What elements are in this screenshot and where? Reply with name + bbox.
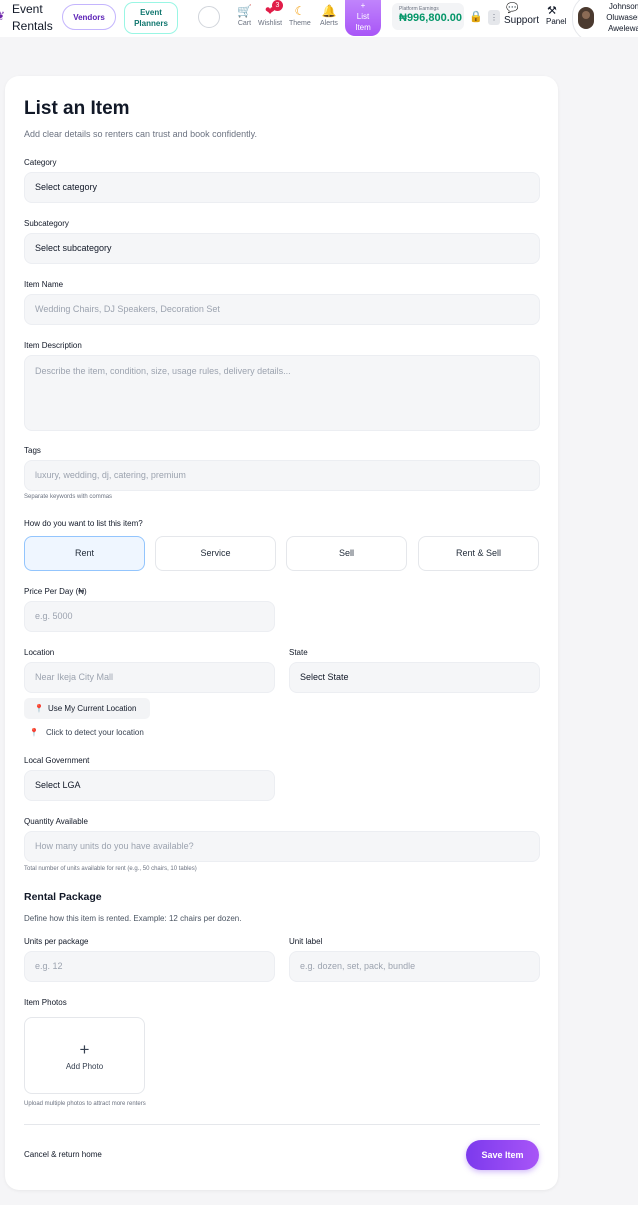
brand-line-1: Event <box>12 2 43 16</box>
brand-line-2: Rentals <box>12 19 53 33</box>
price-input[interactable]: e.g. 5000 <box>24 601 275 632</box>
detect-location-hint: 📍 Click to detect your location <box>29 728 144 737</box>
avatar <box>578 7 594 29</box>
chat-icon: 💬 <box>506 3 519 14</box>
tools-icon: ⚒ <box>547 5 557 17</box>
pin-icon: 📍 <box>29 728 39 737</box>
top-navigation-bar: ❦ Event Rentals Vendors Event Planners 🛒… <box>0 0 638 37</box>
add-photo-label: Add Photo <box>65 1062 104 1071</box>
item-photos-label: Item Photos <box>24 998 67 1007</box>
lock-icon[interactable]: 🔒 <box>469 10 483 23</box>
planners-line-1: Event <box>140 8 162 17</box>
more-options-icon[interactable]: ⋮ <box>488 10 500 25</box>
subcategory-label: Subcategory <box>24 219 69 228</box>
moon-icon: ☾ <box>294 4 306 18</box>
item-description-textarea[interactable]: Describe the item, condition, size, usag… <box>24 355 540 431</box>
cart-icon: 🛒 <box>237 4 252 18</box>
event-planners-button[interactable]: Event Planners <box>124 2 178 34</box>
planners-line-2: Planners <box>134 19 168 28</box>
unit-label-input[interactable]: e.g. dozen, set, pack, bundle <box>289 951 540 982</box>
listing-type-question: How do you want to list this item? <box>24 519 143 528</box>
bell-icon: 🔔 <box>321 4 337 18</box>
user-name-line-1: Johnson <box>608 2 638 11</box>
listing-option-rent[interactable]: Rent <box>24 536 145 571</box>
listing-option-service[interactable]: Service <box>155 536 276 571</box>
lga-label: Local Government <box>24 756 90 765</box>
location-label: Location <box>24 648 55 657</box>
state-label: State <box>289 648 308 657</box>
cart-label: Cart <box>237 20 252 27</box>
listing-option-sell[interactable]: Sell <box>286 536 407 571</box>
wishlist-count-badge: 3 <box>272 0 283 11</box>
quantity-hint: Total number of units available for rent… <box>24 866 197 872</box>
units-per-package-input[interactable]: e.g. 12 <box>24 951 275 982</box>
panel-label: Panel <box>546 17 567 26</box>
list-item-line-2: Item <box>355 23 371 32</box>
support-label: Support <box>504 15 540 26</box>
list-item-nav-button[interactable]: + List Item <box>345 0 381 36</box>
quantity-label: Quantity Available <box>24 817 88 826</box>
search-toggle-button[interactable] <box>198 6 220 28</box>
page-title: List an Item <box>24 98 130 119</box>
platform-earnings-card: Platform Earnings ₦996,800.00 <box>392 3 464 30</box>
plus-icon: + <box>79 1040 90 1059</box>
logo-icon: ❦ <box>0 9 6 23</box>
wishlist-button[interactable]: ❤ 3 Wishlist <box>258 0 283 27</box>
tags-input[interactable]: luxury, wedding, dj, catering, premium <box>24 460 540 491</box>
rental-package-description: Define how this item is rented. Example:… <box>24 914 242 923</box>
photos-hint: Upload multiple photos to attract more r… <box>24 1101 146 1107</box>
lga-select[interactable]: Select LGA <box>24 770 275 801</box>
theme-toggle-button[interactable]: ☾ Theme <box>289 4 311 27</box>
divider <box>24 1124 540 1125</box>
support-button[interactable]: 💬 Support <box>504 3 539 26</box>
rental-package-heading: Rental Package <box>24 891 102 903</box>
add-photo-button[interactable]: + Add Photo <box>24 1017 145 1094</box>
location-input[interactable]: Near Ikeja City Mall <box>24 662 275 693</box>
list-item-form-card: List an Item Add clear details so renter… <box>5 76 558 1190</box>
detect-hint-text: Click to detect your location <box>45 728 144 737</box>
category-label: Category <box>24 158 57 167</box>
vendors-button[interactable]: Vendors <box>62 4 116 30</box>
item-name-label: Item Name <box>24 280 64 289</box>
list-item-line-1: List <box>356 12 370 21</box>
quantity-input[interactable]: How many units do you have available? <box>24 831 540 862</box>
use-location-label: Use My Current Location <box>47 704 137 713</box>
user-name: Johnson Oluwaseu Awelewa <box>599 1 638 34</box>
panel-button[interactable]: ⚒ Panel <box>546 5 566 26</box>
units-per-package-label: Units per package <box>24 937 89 946</box>
earnings-value: ₦996,800.00 <box>399 12 462 24</box>
user-name-line-3: Awelewa <box>608 24 638 33</box>
pin-icon: 📍 <box>34 704 44 713</box>
state-select[interactable]: Select State <box>289 662 540 693</box>
category-select[interactable]: Select category <box>24 172 540 203</box>
tags-label: Tags <box>24 446 41 455</box>
user-name-line-2: Oluwaseu <box>606 13 638 22</box>
alerts-button[interactable]: 🔔 Alerts <box>320 4 338 27</box>
subcategory-select[interactable]: Select subcategory <box>24 233 540 264</box>
wishlist-label: Wishlist <box>258 20 283 27</box>
item-description-label: Item Description <box>24 341 82 350</box>
unit-label-label: Unit label <box>289 937 323 946</box>
item-name-input[interactable]: Wedding Chairs, DJ Speakers, Decoration … <box>24 294 540 325</box>
plus-icon: + <box>360 1 366 10</box>
theme-label: Theme <box>289 20 311 27</box>
price-label: Price Per Day (₦) <box>24 587 87 596</box>
listing-option-rent-and-sell[interactable]: Rent & Sell <box>418 536 539 571</box>
brand-logo[interactable]: Event Rentals <box>12 1 53 35</box>
cart-button[interactable]: 🛒 Cart <box>237 4 252 27</box>
save-item-button[interactable]: Save Item <box>466 1140 539 1170</box>
alerts-label: Alerts <box>320 20 338 27</box>
page-subtitle: Add clear details so renters can trust a… <box>24 129 257 139</box>
tags-hint: Separate keywords with commas <box>24 494 113 500</box>
cancel-link[interactable]: Cancel & return home <box>24 1150 102 1159</box>
user-profile-button[interactable]: Johnson Oluwaseu Awelewa <box>572 0 638 37</box>
use-current-location-button[interactable]: 📍 Use My Current Location <box>24 698 150 719</box>
